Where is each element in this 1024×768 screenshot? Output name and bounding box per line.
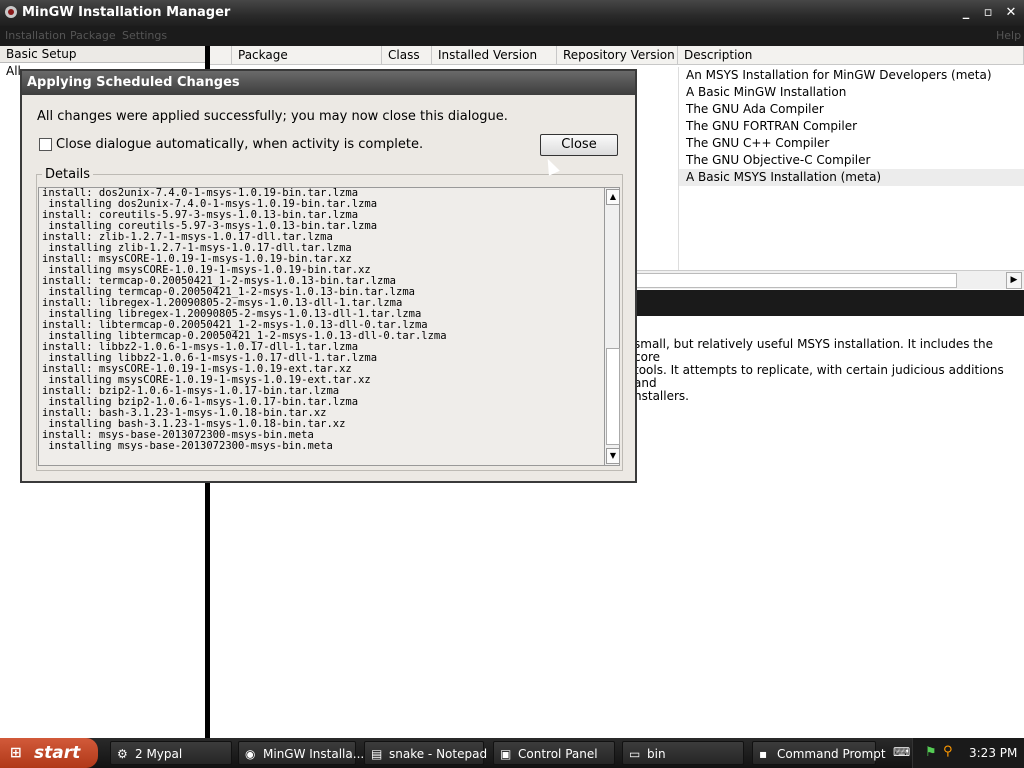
dialog-title: Applying Scheduled Changes: [22, 71, 635, 95]
column-header-description[interactable]: Description: [678, 46, 1024, 65]
taskbar-item-mypal[interactable]: ⚙ 2 Mypal: [110, 741, 232, 765]
log-line: installing msys-base-2013072300-msys-bin…: [42, 440, 333, 452]
menu-installation[interactable]: Installation: [5, 29, 66, 42]
menu-bar: Installation Package Settings Help: [0, 26, 1024, 46]
keyboard-icon[interactable]: ⌨: [893, 745, 910, 759]
windows-flag-icon: ⊞: [10, 745, 22, 761]
mingw-app-icon: [5, 6, 17, 18]
taskbar-item-label: bin: [647, 747, 666, 761]
start-button[interactable]: ⊞ start: [0, 738, 98, 768]
package-description[interactable]: The GNU C++ Compiler: [678, 135, 1024, 152]
close-dialog-button[interactable]: Close: [540, 134, 618, 156]
control-panel-icon: ▣: [500, 747, 512, 761]
column-header-installed-version[interactable]: Installed Version: [432, 46, 557, 65]
package-description[interactable]: An MSYS Installation for MinGW Developer…: [678, 67, 1024, 84]
package-detail-text: small, but relatively useful MSYS instal…: [634, 338, 1018, 403]
empty-row: [678, 220, 1024, 237]
start-label: start: [34, 743, 81, 763]
auto-close-checkbox[interactable]: [39, 138, 52, 151]
package-description[interactable]: A Basic MinGW Installation: [678, 84, 1024, 101]
menu-settings[interactable]: Settings: [122, 29, 167, 42]
scroll-right-arrow-icon[interactable]: ▶: [1006, 272, 1022, 289]
maximize-button[interactable]: ▫: [979, 4, 997, 21]
log-vertical-scrollbar[interactable]: ▲ ▼: [604, 187, 620, 466]
taskbar-item-label: Command Prompt: [777, 747, 886, 761]
dialog-message: All changes were applied successfully; y…: [37, 109, 508, 124]
install-log[interactable]: install: dos2unix-7.4.0-1-msys-1.0.19-bi…: [38, 187, 606, 466]
empty-row: [678, 254, 1024, 271]
menu-package[interactable]: Package: [70, 29, 116, 42]
taskbar-item-label: MinGW Installa...: [263, 747, 365, 761]
minimize-button[interactable]: _: [957, 4, 975, 21]
taskbar: ⊞ start ⚙ 2 Mypal ◉ MinGW Installa... ▤ …: [0, 738, 1024, 768]
package-description[interactable]: The GNU Objective-C Compiler: [678, 152, 1024, 169]
empty-row: [678, 237, 1024, 254]
details-label: Details: [42, 167, 94, 182]
taskbar-item-notepad[interactable]: ▤ snake - Notepad: [364, 741, 488, 765]
taskbar-item-command-prompt[interactable]: ▪ Command Prompt: [752, 741, 886, 765]
package-description[interactable]: The GNU Ada Compiler: [678, 101, 1024, 118]
detail-line: nstallers.: [634, 389, 689, 403]
network-icon[interactable]: ⚑: [925, 745, 937, 760]
clock: 3:23 PM: [969, 746, 1018, 760]
taskbar-item-label: 2 Mypal: [135, 747, 183, 761]
taskbar-item-control-panel[interactable]: ▣ Control Panel: [493, 741, 615, 765]
mingw-icon: ◉: [245, 747, 256, 761]
window-title: MinGW Installation Manager: [22, 5, 231, 20]
scroll-up-arrow-icon[interactable]: ▲: [606, 189, 620, 205]
folder-tools-icon: ⚙: [117, 747, 128, 761]
column-header-status[interactable]: [210, 46, 232, 65]
system-tray: ⌨ ⚑ ⚲ 3:23 PM: [893, 738, 1024, 768]
taskbar-item-mingw[interactable]: ◉ MinGW Installa...: [238, 741, 364, 765]
search-icon[interactable]: ⚲: [943, 744, 953, 759]
scroll-down-arrow-icon[interactable]: ▼: [606, 448, 620, 464]
taskbar-item-label: Control Panel: [518, 747, 598, 761]
empty-row: [678, 203, 1024, 220]
command-prompt-icon: ▪: [759, 747, 768, 761]
folder-icon: ▭: [629, 747, 641, 761]
detail-line: small, but relatively useful MSYS instal…: [634, 337, 993, 364]
log-scroll-thumb[interactable]: [606, 348, 620, 445]
taskbar-item-label: snake - Notepad: [389, 747, 488, 761]
main-title-bar: MinGW Installation Manager _ ▫ ✕: [0, 0, 1024, 26]
column-header-repository-version[interactable]: Repository Version: [557, 46, 678, 65]
empty-row: [678, 186, 1024, 203]
auto-close-label[interactable]: Close dialogue automatically, when activ…: [56, 137, 423, 152]
taskbar-item-bin[interactable]: ▭ bin: [622, 741, 744, 765]
column-header-class[interactable]: Class: [382, 46, 432, 65]
detail-line: tools. It attempts to replicate, with ce…: [634, 363, 1004, 390]
column-header-package[interactable]: Package: [232, 46, 382, 65]
package-description[interactable]: The GNU FORTRAN Compiler: [678, 118, 1024, 135]
notepad-icon: ▤: [371, 747, 383, 761]
package-description-selected[interactable]: A Basic MSYS Installation (meta): [678, 169, 1024, 186]
menu-help[interactable]: Help: [996, 29, 1021, 42]
close-window-button[interactable]: ✕: [1002, 4, 1020, 21]
category-header[interactable]: Basic Setup: [0, 46, 205, 63]
apply-changes-dialog: Applying Scheduled Changes All changes w…: [20, 69, 637, 483]
